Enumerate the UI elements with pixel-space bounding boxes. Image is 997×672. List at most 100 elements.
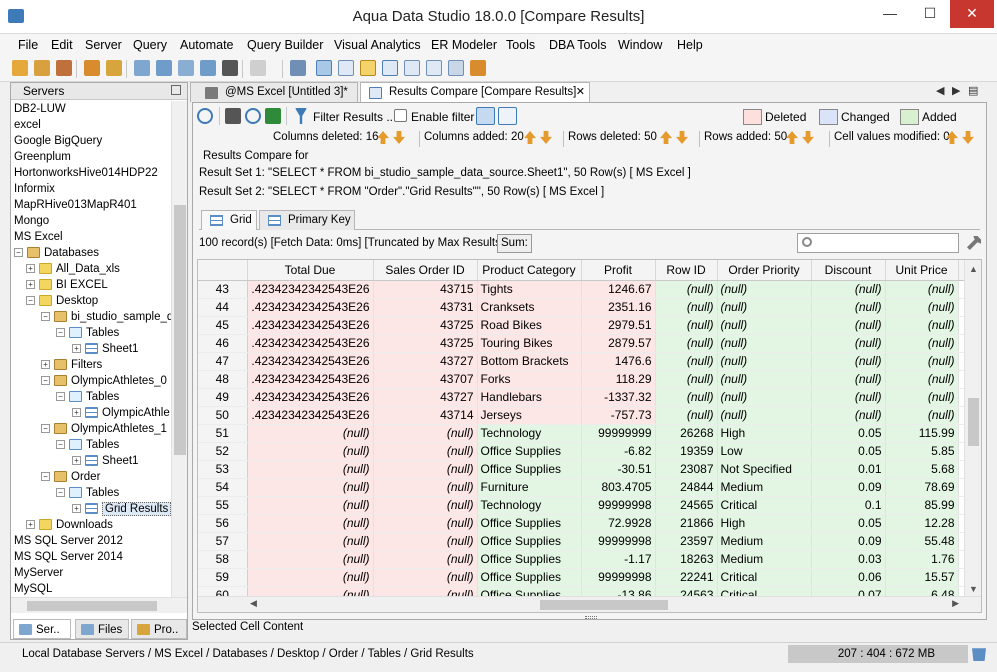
grid-cell[interactable]: 43727 bbox=[373, 388, 478, 407]
table-row[interactable]: 46.42342342342543E26 43725 Touring Bikes 28… bbox=[198, 334, 967, 353]
tree-item[interactable]: − Tables bbox=[56, 325, 119, 341]
tree-item[interactable]: DB2-LUW bbox=[14, 101, 66, 117]
table-row[interactable]: 44.42342342342543E26 43731 Cranksets 2351.1… bbox=[198, 298, 967, 317]
grid-cell[interactable]: Critical bbox=[717, 568, 812, 587]
grid-cell[interactable]: (null) bbox=[811, 388, 886, 407]
grid-cell[interactable]: 12.28 bbox=[885, 514, 959, 533]
grid-cell[interactable]: (null) bbox=[717, 352, 812, 371]
grid-cell[interactable]: 2879.57 bbox=[581, 334, 656, 353]
scroll-left-icon[interactable]: ◀ bbox=[250, 598, 257, 609]
row-number[interactable]: 46 bbox=[198, 334, 248, 353]
grid-cell[interactable]: 18263 bbox=[655, 550, 718, 569]
menu-help[interactable]: Help bbox=[677, 38, 703, 52]
table-row[interactable]: 57 (null) (null) Office Supplies 99999998 235… bbox=[198, 532, 967, 551]
row-number[interactable]: 56 bbox=[198, 514, 248, 533]
grid-cell[interactable]: 26268 bbox=[655, 424, 718, 443]
grid-cell[interactable]: Medium bbox=[717, 532, 812, 551]
grid-cell[interactable]: (null) bbox=[885, 334, 959, 353]
row-number[interactable]: 59 bbox=[198, 568, 248, 587]
collapse-icon[interactable]: − bbox=[56, 488, 65, 498]
restore-icon[interactable] bbox=[171, 85, 181, 95]
tree-item[interactable]: MS SQL Server 2012 bbox=[14, 533, 123, 549]
column-header[interactable]: Row ID bbox=[655, 260, 718, 281]
filter-icon[interactable] bbox=[295, 108, 307, 124]
grid-cell[interactable]: 99999998 bbox=[581, 532, 656, 551]
table-row[interactable]: 45.42342342342543E26 43725 Road Bikes 2979.… bbox=[198, 316, 967, 335]
grid-cell[interactable]: 19359 bbox=[655, 442, 718, 461]
grid-cell[interactable]: 803.4705 bbox=[581, 478, 656, 497]
grid-cell[interactable]: .42342342342543E26 bbox=[247, 406, 374, 425]
grid-cell[interactable]: Office Supplies bbox=[477, 568, 582, 587]
tab-results-compare[interactable]: Results Compare [Compare Results] ✕ bbox=[360, 82, 590, 102]
grid-cell[interactable]: Office Supplies bbox=[477, 460, 582, 479]
tree-item[interactable]: MyServer bbox=[14, 565, 63, 581]
column-header[interactable]: Unit Price bbox=[885, 260, 959, 281]
menu-edit[interactable]: Edit bbox=[51, 38, 73, 52]
grid-vertical-scrollbar[interactable]: ▲ ▼ bbox=[964, 260, 981, 596]
split-icon[interactable] bbox=[404, 60, 420, 76]
grid-cell[interactable]: (null) bbox=[373, 550, 478, 569]
enable-filter-checkbox[interactable] bbox=[394, 109, 407, 122]
grid-cell[interactable]: .42342342342543E26 bbox=[247, 298, 374, 317]
rows-added-prev-icon[interactable] bbox=[786, 131, 798, 144]
grid-cell[interactable]: (null) bbox=[373, 424, 478, 443]
tree-item[interactable]: Mongo bbox=[14, 213, 49, 229]
grid-cell[interactable]: (null) bbox=[655, 370, 718, 389]
table-row[interactable]: 49.42342342342543E26 43727 Handlebars -1337… bbox=[198, 388, 967, 407]
tree-horizontal-scrollbar[interactable] bbox=[11, 597, 187, 613]
split-horizontal-icon[interactable] bbox=[476, 107, 495, 125]
grid-cell[interactable]: (null) bbox=[811, 352, 886, 371]
grid-cell[interactable]: (null) bbox=[247, 496, 374, 515]
grid-cell[interactable]: 5.68 bbox=[885, 460, 959, 479]
grid-cell[interactable]: 15.57 bbox=[885, 568, 959, 587]
grid-cell[interactable]: High bbox=[717, 514, 812, 533]
grid-cell[interactable]: Cranksets bbox=[477, 298, 582, 317]
grid-cell[interactable]: Office Supplies bbox=[477, 442, 582, 461]
grid-cell[interactable]: -6.82 bbox=[581, 442, 656, 461]
grid-cell[interactable]: Bottom Brackets bbox=[477, 352, 582, 371]
grid-cell[interactable]: (null) bbox=[811, 280, 886, 299]
grid-cell[interactable]: Furniture bbox=[477, 478, 582, 497]
menu-file[interactable]: File bbox=[18, 38, 38, 52]
grid-cell[interactable]: (null) bbox=[717, 370, 812, 389]
grid-cell[interactable]: 5.85 bbox=[885, 442, 959, 461]
find-icon[interactable] bbox=[245, 108, 261, 124]
grid-cell[interactable]: (null) bbox=[655, 280, 718, 299]
grid-cell[interactable]: .42342342342543E26 bbox=[247, 388, 374, 407]
menu-er-modeler[interactable]: ER Modeler bbox=[431, 38, 497, 52]
panel-icon[interactable] bbox=[426, 60, 442, 76]
scroll-up-icon[interactable]: ▲ bbox=[969, 264, 978, 274]
table-row[interactable]: 50.42342342342543E26 43714 Jerseys -757.73(… bbox=[198, 406, 967, 425]
column-header[interactable]: Total Due bbox=[247, 260, 374, 281]
grid-cell[interactable]: 99999998 bbox=[581, 568, 656, 587]
row-number[interactable]: 54 bbox=[198, 478, 248, 497]
grid-cell[interactable]: 0.06 bbox=[811, 568, 886, 587]
grid-cell[interactable]: 1.76 bbox=[885, 550, 959, 569]
tab-grid[interactable]: Grid bbox=[201, 210, 257, 230]
sum-button[interactable]: Sum: bbox=[497, 234, 532, 253]
menu-query[interactable]: Query bbox=[133, 38, 167, 52]
tree-item[interactable]: − OlympicAthletes_1 bbox=[41, 421, 167, 437]
grid-cell[interactable]: .42342342342543E26 bbox=[247, 370, 374, 389]
grid-cell[interactable]: 0.01 bbox=[811, 460, 886, 479]
expand-icon[interactable]: + bbox=[41, 360, 50, 370]
grid-cell[interactable]: (null) bbox=[811, 370, 886, 389]
tree-item[interactable]: MapRHive013MapR401 bbox=[14, 197, 137, 213]
grid-cell[interactable]: (null) bbox=[885, 298, 959, 317]
grid-cell[interactable]: Office Supplies bbox=[477, 514, 582, 533]
row-number[interactable]: 49 bbox=[198, 388, 248, 407]
tree-item[interactable]: + All_Data_xls bbox=[26, 261, 120, 277]
grid-cell[interactable]: 0.05 bbox=[811, 514, 886, 533]
column-header[interactable]: Sales Order ID bbox=[373, 260, 478, 281]
tree-item[interactable]: MySQL bbox=[14, 581, 52, 597]
grid-cell[interactable]: (null) bbox=[247, 550, 374, 569]
collapse-icon[interactable]: − bbox=[41, 376, 50, 386]
grid-cell[interactable]: (null) bbox=[717, 298, 812, 317]
grid-cell[interactable]: Medium bbox=[717, 478, 812, 497]
scroll-tabs-left-icon[interactable]: ◀ bbox=[936, 84, 944, 97]
window-icon[interactable] bbox=[448, 60, 464, 76]
grid-cell[interactable]: 2979.51 bbox=[581, 316, 656, 335]
tree-item[interactable]: − Order bbox=[41, 469, 100, 485]
collapse-icon[interactable]: − bbox=[41, 424, 50, 434]
grid-cell[interactable]: (null) bbox=[655, 334, 718, 353]
